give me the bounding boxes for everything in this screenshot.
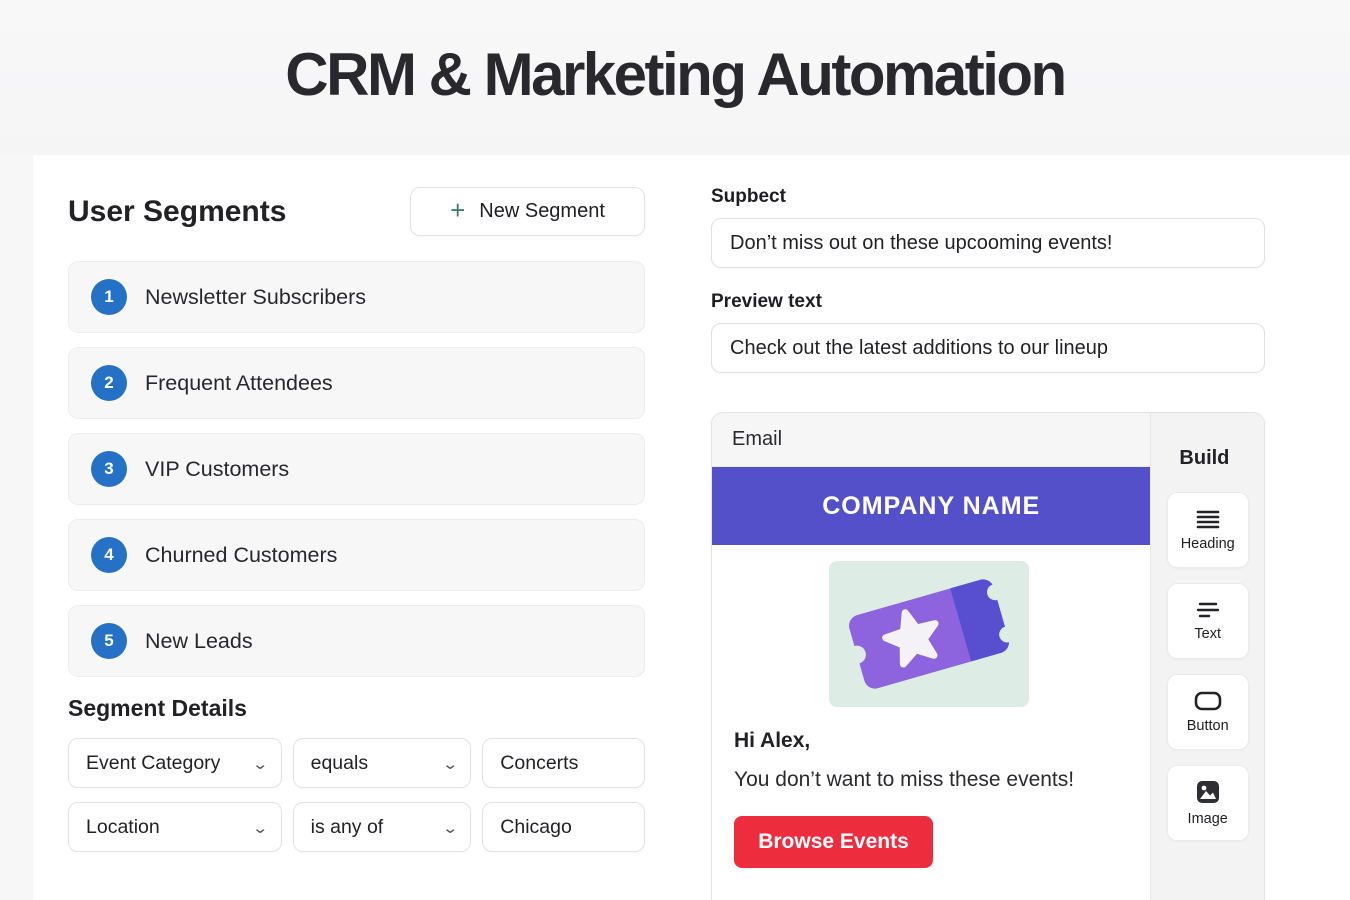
segment-label: Frequent Attendees [145, 371, 333, 396]
segment-number-badge: 4 [91, 537, 127, 573]
button-icon [1194, 691, 1222, 711]
segment-label: Newsletter Subscribers [145, 285, 366, 310]
filter-field-value: Location [86, 816, 160, 839]
plus-icon: + [450, 197, 465, 223]
segment-item-churned-customers[interactable]: 4 Churned Customers [68, 519, 645, 591]
block-list: Heading Text [1167, 492, 1249, 841]
filter-row: Event Category ⌄ equals ⌄ Concerts [68, 738, 645, 788]
block-label: Text [1194, 626, 1221, 642]
segment-item-frequent-attendees[interactable]: 2 Frequent Attendees [68, 347, 645, 419]
filter-operator-value: equals [311, 752, 368, 775]
email-builder: Email COMPANY NAME [711, 412, 1265, 900]
segment-number-badge: 1 [91, 279, 127, 315]
ticket-icon [829, 561, 1029, 707]
block-label: Button [1187, 718, 1229, 734]
block-image[interactable]: Image [1167, 765, 1249, 841]
preview-text-label: Preview text [711, 291, 822, 313]
filter-value-text: Chicago [500, 816, 572, 839]
browse-events-button[interactable]: Browse Events [734, 816, 933, 868]
page-title: CRM & Marketing Automation [0, 40, 1350, 109]
email-preview-pane: Email COMPANY NAME [712, 413, 1150, 900]
chevron-down-icon: ⌄ [252, 821, 269, 836]
email-tab[interactable]: Email [732, 428, 782, 451]
email-tabbar: Email [712, 413, 1150, 467]
segment-item-vip-customers[interactable]: 3 VIP Customers [68, 433, 645, 505]
email-body-text: You don’t want to miss these events! [734, 768, 1128, 792]
build-panel: Build Heading [1150, 413, 1264, 900]
filter-value-input[interactable]: Concerts [482, 738, 645, 788]
filter-field-select[interactable]: Event Category ⌄ [68, 738, 282, 788]
chevron-down-icon: ⌄ [442, 821, 459, 836]
header-band: CRM & Marketing Automation [0, 0, 1350, 155]
filter-operator-value: is any of [311, 816, 384, 839]
segments-header: User Segments + New Segment [68, 187, 645, 237]
build-panel-title: Build [1179, 447, 1229, 470]
filter-value-input[interactable]: Chicago [482, 802, 645, 852]
segment-filters: Event Category ⌄ equals ⌄ Concerts Locat… [68, 738, 645, 866]
segment-number-badge: 3 [91, 451, 127, 487]
block-heading[interactable]: Heading [1167, 492, 1249, 568]
chevron-down-icon: ⌄ [252, 757, 269, 772]
filter-field-select[interactable]: Location ⌄ [68, 802, 282, 852]
segment-item-new-leads[interactable]: 5 New Leads [68, 605, 645, 677]
text-icon [1196, 601, 1220, 619]
subject-label: Supbect [711, 186, 786, 208]
preview-text-input[interactable] [711, 323, 1265, 373]
segment-list: 1 Newsletter Subscribers 2 Frequent Atte… [68, 261, 645, 691]
email-body: Hi Alex, You don’t want to miss these ev… [712, 545, 1150, 900]
filter-operator-select[interactable]: is any of ⌄ [293, 802, 472, 852]
filter-value-text: Concerts [500, 752, 578, 775]
image-icon [1196, 780, 1220, 804]
block-label: Image [1188, 811, 1228, 827]
filter-operator-select[interactable]: equals ⌄ [293, 738, 472, 788]
ticket-illustration[interactable] [829, 561, 1029, 707]
email-greeting: Hi Alex, [734, 729, 1128, 753]
filter-field-value: Event Category [86, 752, 220, 775]
segment-details-title: Segment Details [68, 695, 247, 722]
filter-row: Location ⌄ is any of ⌄ Chicago [68, 802, 645, 852]
block-text[interactable]: Text [1167, 583, 1249, 659]
main-content: User Segments + New Segment 1 Newsletter… [33, 155, 1350, 900]
subject-input[interactable] [711, 218, 1265, 268]
segment-number-badge: 5 [91, 623, 127, 659]
block-label: Heading [1181, 536, 1235, 552]
new-segment-label: New Segment [479, 200, 605, 223]
segment-item-newsletter-subscribers[interactable]: 1 Newsletter Subscribers [68, 261, 645, 333]
new-segment-button[interactable]: + New Segment [410, 187, 645, 236]
segment-label: Churned Customers [145, 543, 337, 568]
company-name-banner[interactable]: COMPANY NAME [712, 467, 1150, 545]
segment-label: VIP Customers [145, 457, 289, 482]
heading-icon [1196, 509, 1220, 529]
company-name-text: COMPANY NAME [822, 492, 1040, 521]
chevron-down-icon: ⌄ [442, 757, 459, 772]
user-segments-panel: User Segments + New Segment 1 Newsletter… [68, 155, 680, 900]
block-button[interactable]: Button [1167, 674, 1249, 750]
segment-number-badge: 2 [91, 365, 127, 401]
segment-label: New Leads [145, 629, 253, 654]
